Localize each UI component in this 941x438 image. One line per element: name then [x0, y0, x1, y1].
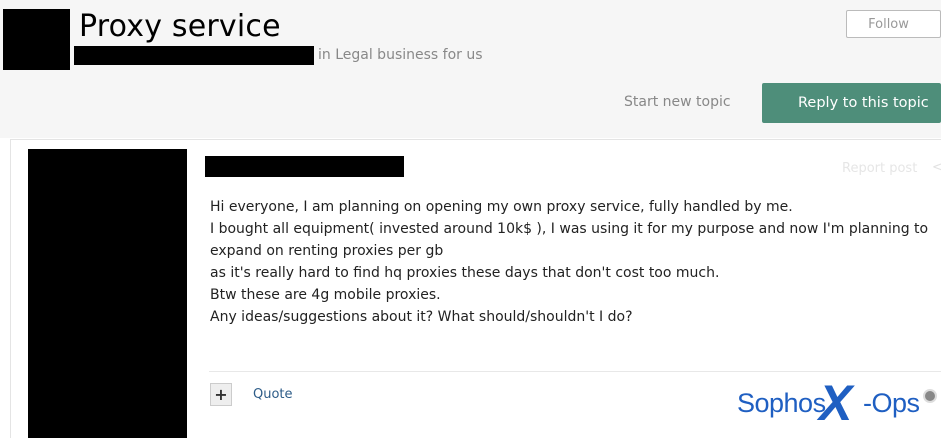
logo-text-ops: -Ops: [863, 388, 920, 418]
post-line: as it's really hard to find hq proxies t…: [210, 265, 720, 281]
logo-badge-icon: [923, 389, 937, 403]
multiquote-plus-button[interactable]: +: [210, 383, 232, 406]
start-new-topic-link[interactable]: Start new topic: [624, 94, 731, 110]
redacted-post-avatar: [28, 149, 187, 438]
report-post-link[interactable]: Report post: [842, 161, 917, 176]
post-body: Hi everyone, I am planning on opening my…: [210, 196, 941, 328]
post-line: I bought all equipment( invested around …: [210, 221, 929, 237]
post-line: expand on renting proxies per gb: [210, 243, 444, 259]
logo-text-x: X: [819, 375, 853, 431]
redacted-author-name: [74, 45, 314, 65]
quote-link[interactable]: Quote: [253, 387, 293, 402]
redaction-artifact: [128, 430, 132, 438]
follow-button[interactable]: Follow: [846, 10, 941, 38]
topic-title: Proxy service: [79, 9, 281, 44]
forum-link[interactable]: in Legal business for us: [318, 47, 483, 63]
post-line: Any ideas/suggestions about it? What sho…: [210, 309, 633, 325]
sophos-xops-logo: Sophos X -Ops: [737, 375, 941, 432]
share-icon[interactable]: <: [932, 160, 941, 175]
post-line: Hi everyone, I am planning on opening my…: [210, 199, 793, 215]
post-line: Btw these are 4g mobile proxies.: [210, 287, 441, 303]
topic-meta: in Legal business for us: [74, 45, 483, 65]
logo-text-sophos: Sophos: [737, 388, 826, 418]
post-divider: [209, 371, 941, 372]
redacted-post-author: [205, 156, 404, 177]
redacted-topic-avatar: [3, 9, 70, 70]
reply-to-topic-button[interactable]: Reply to this topic: [762, 83, 941, 123]
